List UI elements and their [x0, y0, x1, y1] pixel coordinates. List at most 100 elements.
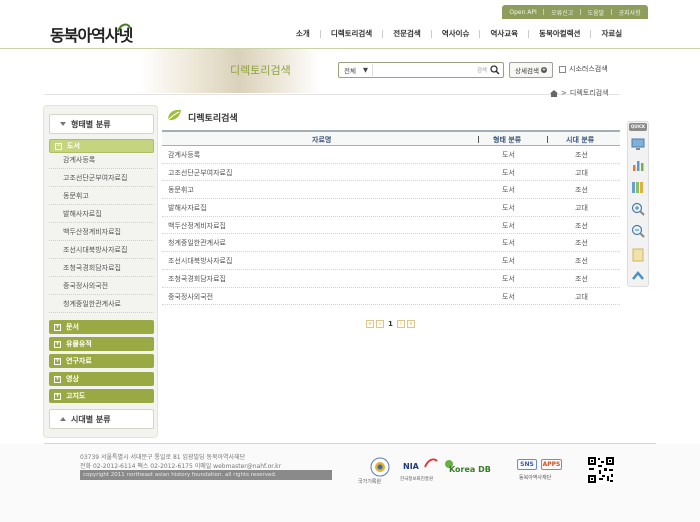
sidebar-category-research[interactable]: + 연구자료: [49, 354, 154, 368]
search-input[interactable]: [373, 64, 477, 76]
table-header: 자료명 형태 분류 시대 분류: [162, 130, 620, 146]
error-report-link[interactable]: 오류신고: [551, 8, 573, 17]
sidebar-category-relics[interactable]: + 유물유적: [49, 337, 154, 351]
books-icon[interactable]: [631, 180, 645, 194]
row-title[interactable]: 발해사자료집: [168, 203, 207, 213]
sidebar-heading-type[interactable]: 형태별 분류: [49, 114, 154, 134]
category-label: 고지도: [66, 392, 86, 400]
expand-arrow-icon: [60, 417, 66, 421]
korea-db-logo[interactable]: Korea DB: [449, 465, 491, 474]
zoom-out-icon[interactable]: [631, 224, 645, 238]
category-label: 문서: [66, 323, 79, 331]
sidebar-item-2[interactable]: 고조선단군부여자료집: [49, 170, 154, 187]
plus-icon: +: [54, 340, 61, 348]
row-title[interactable]: 고조선단군부여자료집: [168, 168, 232, 178]
plus-icon: +: [54, 392, 61, 400]
category-label: 도서: [67, 142, 80, 150]
dropdown-arrow-icon: ▼: [363, 66, 368, 74]
divider: [319, 29, 321, 38]
divider: [528, 29, 530, 38]
quick-menu: QUICK: [627, 121, 649, 287]
banner-title: 디렉토리검색: [230, 64, 291, 77]
sns-badge[interactable]: SNS: [517, 459, 537, 470]
advanced-search-button[interactable]: 상세검색 +: [509, 62, 553, 78]
sidebar-item-7[interactable]: 조청국경회담자료집: [49, 260, 154, 277]
plus-icon: +: [54, 375, 61, 383]
nav-intro[interactable]: 소개: [296, 28, 310, 39]
table-row[interactable]: 중국정사외국전 도서 고대: [162, 288, 620, 306]
help-link[interactable]: 도움말: [588, 8, 605, 17]
breadcrumb-current[interactable]: 디렉토리검색: [570, 88, 609, 98]
row-title[interactable]: 조청국경회담자료집: [168, 274, 226, 284]
nav-archive[interactable]: 자료실: [601, 28, 622, 39]
sidebar-item-8[interactable]: 중국정사외국전: [49, 278, 154, 295]
monitor-icon[interactable]: [631, 137, 645, 151]
table-row[interactable]: 백두산정계비자료집 도서 조선: [162, 217, 620, 235]
nav-history-issue[interactable]: 역사이슈: [442, 28, 470, 39]
row-title[interactable]: 동문휘고: [168, 185, 194, 195]
sidebar-category-documents[interactable]: + 문서: [49, 320, 154, 334]
table-row[interactable]: 발해사자료집 도서 고대: [162, 199, 620, 217]
page-title: 디렉토리검색: [188, 114, 238, 124]
last-page-icon[interactable]: »: [406, 320, 415, 328]
sidebar-category-books[interactable]: − 도서: [49, 139, 154, 153]
row-era: 조선: [575, 257, 588, 266]
results-table: 자료명 형태 분류 시대 분류 감계사등록 도서 조선 고조선단군부여자료집 도서 고대 동…: [162, 130, 620, 306]
sidebar-category-video[interactable]: + 영상: [49, 372, 154, 386]
nav-history-education[interactable]: 역사교육: [490, 28, 518, 39]
notice-link[interactable]: 공지사항: [619, 8, 641, 17]
sidebar-item-4[interactable]: 발해사자료집: [49, 206, 154, 223]
row-type: 도서: [502, 239, 515, 248]
sidebar-category-old-maps[interactable]: + 고지도: [49, 389, 154, 403]
scroll-top-icon[interactable]: [631, 269, 645, 283]
bar-chart-icon[interactable]: [631, 158, 645, 172]
table-row[interactable]: 감계사등록 도서 조선: [162, 146, 620, 164]
first-page-icon[interactable]: «: [366, 320, 374, 328]
row-era: 고대: [575, 168, 588, 177]
row-title[interactable]: 중국정사외국전: [168, 292, 213, 302]
apps-badge[interactable]: APPS: [541, 459, 562, 470]
minus-icon: −: [55, 142, 62, 150]
sidebar-item-5[interactable]: 백두산정계비자료집: [49, 224, 154, 241]
thesaurus-search-option[interactable]: 시소러스검색: [559, 64, 608, 74]
row-title[interactable]: 청계중일한관계사료: [168, 238, 226, 248]
nav-directory-search[interactable]: 디렉토리검색: [331, 28, 372, 39]
search-icon[interactable]: [490, 65, 500, 75]
sidebar-item-9[interactable]: 청계중일한관계사료: [49, 296, 154, 313]
nav-collection[interactable]: 동북아컬렉션: [539, 28, 580, 39]
table-body: 감계사등록 도서 조선 고조선단군부여자료집 도서 고대 동문휘고 도서 조선 발해사자료집 도서 고…: [162, 146, 620, 306]
table-row[interactable]: 동문휘고 도서 조선: [162, 181, 620, 200]
home-icon[interactable]: [550, 89, 558, 97]
nia-logo[interactable]: NIA: [403, 462, 419, 471]
nav-fulltext-search[interactable]: 전문검색: [393, 28, 421, 39]
sidebar-item-3[interactable]: 동문휘고: [49, 188, 154, 205]
sidebar-heading-era[interactable]: 시대별 분류: [49, 409, 154, 429]
search-scope-value: 전체: [344, 67, 356, 75]
table-row[interactable]: 청계중일한관계사료 도서 조선: [162, 234, 620, 253]
note-icon[interactable]: [631, 248, 645, 262]
prev-page-icon[interactable]: ‹: [376, 320, 384, 328]
quick-menu-label: QUICK: [629, 123, 647, 131]
table-row[interactable]: 고조선단군부여자료집 도서 고대: [162, 164, 620, 182]
row-title[interactable]: 백두산정계비자료집: [168, 221, 226, 231]
national-archives-logo-icon[interactable]: [370, 457, 390, 477]
nia-swoosh-icon: [424, 458, 438, 468]
table-row[interactable]: 조청국경회담자료집 도서 조선: [162, 270, 620, 288]
row-title[interactable]: 조선시대북방사자료집: [168, 256, 232, 266]
search-scope-select[interactable]: 전체 ▼: [339, 64, 373, 76]
search-box: 전체 ▼ 검색: [338, 62, 504, 78]
row-title[interactable]: 감계사등록: [168, 150, 200, 160]
main-navigation: 소개 디렉토리검색 전문검색 역사이슈 역사교육 동북아컬렉션 자료실: [296, 28, 622, 39]
sidebar-heading-label: 형태별 분류: [71, 119, 111, 129]
sidebar-item-6[interactable]: 조선시대북방사자료집: [49, 242, 154, 259]
sidebar-item-1[interactable]: 감계사등록: [49, 152, 154, 169]
next-page-icon[interactable]: ›: [396, 320, 405, 328]
page-number[interactable]: 1: [386, 320, 395, 328]
thesaurus-label: 시소러스검색: [569, 65, 608, 73]
zoom-in-icon[interactable]: [631, 202, 645, 216]
advanced-search-label: 상세검색: [515, 67, 539, 75]
table-row[interactable]: 조선시대북방사자료집 도서 조선: [162, 252, 620, 270]
row-era: 조선: [575, 274, 588, 283]
thesaurus-checkbox[interactable]: [559, 65, 566, 73]
open-api-link[interactable]: Open API: [509, 9, 536, 16]
